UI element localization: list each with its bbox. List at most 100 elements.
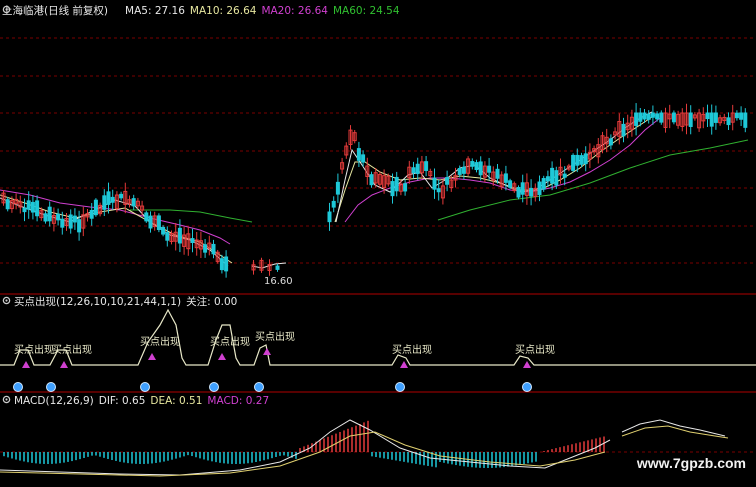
macd-value: MACD: 0.27 [207,395,270,407]
watermark: www.7gpzb.com [636,455,746,471]
buy-arrow-marker [60,361,68,368]
candle-body [516,186,521,198]
candle-body [529,187,534,197]
candle-body [583,153,588,165]
ma5-value: MA5: 27.16 [125,5,185,17]
candle-body [331,200,336,208]
signal-dot [13,382,23,392]
candle-body [541,178,546,190]
candle-body [508,180,513,188]
main-title: 上海临港(日线 前复权) [2,5,109,17]
candle-body [131,198,136,207]
candle-body [219,258,224,271]
macd-histogram [3,420,605,468]
buy-arrow-marker [523,361,531,368]
ma10-value: MA10: 26.64 [189,5,257,17]
buy-arrow-marker [400,361,408,368]
candle-body [461,166,466,174]
dea-line [621,425,729,439]
candle-body [457,167,462,175]
candle-body [93,199,98,216]
candle-body [520,182,525,195]
signal-dot [209,382,219,392]
candle-body [56,213,61,221]
candle-body [60,218,65,228]
stock-chart[interactable]: 买点出现买点出现买点出现 买点出现 买点出现买点出现 买点出现 [0,0,756,487]
candle-body [562,173,567,178]
candle-body [415,163,420,175]
candle-body [659,112,664,123]
candle-body [554,170,559,186]
candle-body [646,113,651,120]
settings-gear-icon[interactable] [2,395,11,405]
indicator-focus-value: 关注: 0.00 [186,296,238,308]
candle-body [642,112,647,120]
candle-body [579,155,584,165]
candle-body [621,123,626,137]
candle-body [30,201,35,213]
candle-body [445,177,450,185]
buy-signal-label: 买点出现 [140,335,180,348]
ma20-segment [344,117,661,223]
buy-arrow-marker [22,361,30,368]
candle-body [110,196,115,203]
candle-body [545,176,550,182]
candle-body [487,165,492,173]
settings-gear-icon[interactable] [2,5,122,15]
candle-body [35,200,40,217]
candle-body [390,181,395,197]
settings-gear-icon[interactable] [2,296,11,306]
candle-body [734,112,739,119]
candle-body [5,199,10,210]
candle-body [161,226,166,235]
dif-value: DIF: 0.65 [98,395,146,407]
candle-body [22,207,27,213]
candle-body [575,154,580,166]
candle-body [478,161,483,176]
candle-body [411,167,416,174]
main-panel-header: 上海临港(日线 前复权) MA5: 27.16 MA10: 26.64 MA20: 2… [2,5,405,17]
buy-signal-label: 买点出现 [210,335,250,348]
candle-body [156,215,161,230]
candle-body [537,181,542,196]
candle-body [424,161,429,172]
buy-signal-label: 买点出现 [52,343,92,356]
buy-arrow-marker [148,353,156,360]
candle-body [495,168,500,179]
candle-body [89,210,94,219]
candle-body [655,113,660,120]
signal-dot [522,382,532,392]
candle-body [709,112,714,127]
candle-body [638,112,643,122]
candle-body [671,112,676,123]
signal-dot [395,382,405,392]
buy-signal-label: 买点出现 [255,330,295,343]
buy-signal-label: 买点出现 [14,343,54,356]
candle-body [356,148,361,161]
candle-body [361,154,366,163]
candle-body [688,112,693,127]
candle-body [211,243,216,255]
buy-arrow-marker [218,353,226,360]
macd-panel-header: MACD(12,26,9) DIF: 0.65 DEA: 0.51 MACD: 0.2… [2,395,274,407]
candle-body [726,117,731,126]
ma10-line [0,114,656,264]
candle-body [72,215,77,223]
buy-signal-line: 买点出现买点出现买点出现 买点出现 买点出现买点出现 买点出现 [0,308,756,392]
candle-body [470,161,475,167]
candle-body [165,232,170,241]
candle-body [106,191,111,205]
indicator-title: 买点出现(12,26,10,10,21,44,1,1) [14,296,182,308]
dea-value: DEA: 0.51 [150,395,203,407]
candle-body [394,176,399,192]
candle-body [68,214,73,229]
candle-body [275,265,280,270]
signal-dot [254,382,264,392]
signal-dot [140,382,150,392]
candle-body [705,112,710,120]
candle-body [148,215,153,229]
candle-body [369,174,374,186]
macd-title: MACD(12,26,9) [14,395,94,407]
candle-body [26,200,31,210]
candle-body [177,227,182,244]
